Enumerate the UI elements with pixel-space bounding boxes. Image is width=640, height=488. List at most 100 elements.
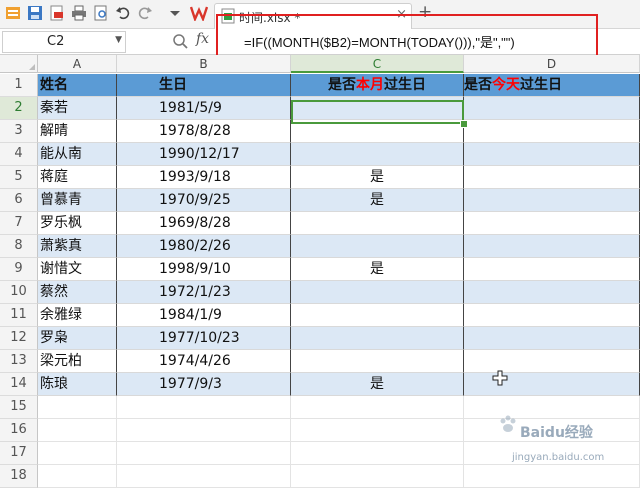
row-header-4[interactable]: 4 [0,143,38,166]
row-header-15[interactable]: 15 [0,396,38,419]
cell-birthday[interactable]: 1998/9/10 [117,258,291,281]
cell-birthday[interactable]: 1990/12/17 [117,143,291,166]
cell-this-month[interactable] [291,281,464,304]
row-header-17[interactable]: 17 [0,442,38,465]
cell-empty[interactable] [464,465,640,488]
cell-name[interactable]: 蒋庭 [38,166,117,189]
row-header-16[interactable]: 16 [0,419,38,442]
cell-birthday[interactable]: 1969/8/28 [117,212,291,235]
cell-this-month[interactable] [291,327,464,350]
cell-birthday[interactable]: 1993/9/18 [117,166,291,189]
row-header-6[interactable]: 6 [0,189,38,212]
cell-birthday[interactable]: 1977/10/23 [117,327,291,350]
row-header-9[interactable]: 9 [0,258,38,281]
app-menu-icon[interactable] [4,4,22,22]
cell-this-month[interactable] [291,235,464,258]
cell-empty[interactable] [38,465,117,488]
cell-empty[interactable] [38,396,117,419]
cell-today[interactable] [464,189,640,212]
cell-this-month[interactable] [291,212,464,235]
select-all-corner[interactable] [0,55,38,73]
cell-birthday[interactable]: 1981/5/9 [117,97,291,120]
cell-today[interactable] [464,281,640,304]
row-header-13[interactable]: 13 [0,350,38,373]
row-header-18[interactable]: 18 [0,465,38,488]
row-header-7[interactable]: 7 [0,212,38,235]
cell-name[interactable]: 余雅绿 [38,304,117,327]
name-box[interactable]: C2 ▼ [2,31,126,53]
cell-empty[interactable] [117,465,291,488]
zoom-search-icon[interactable] [172,33,188,53]
row-header-3[interactable]: 3 [0,120,38,143]
cell-this-month[interactable]: 是 [291,166,464,189]
fill-handle[interactable] [460,120,468,128]
cell-this-month[interactable] [291,143,464,166]
cell-today[interactable] [464,258,640,281]
cell-today[interactable] [464,143,640,166]
header-cell-name[interactable]: 姓名 [38,74,117,97]
cell-today[interactable] [464,235,640,258]
cell-empty[interactable] [38,442,117,465]
row-header-1[interactable]: 1 [0,74,38,97]
cell-birthday[interactable]: 1970/9/25 [117,189,291,212]
cell-name[interactable]: 曾慕青 [38,189,117,212]
header-cell-birthday[interactable]: 生日 [117,74,291,97]
cell-empty[interactable] [291,396,464,419]
cell-name[interactable]: 萧紫真 [38,235,117,258]
cell-this-month[interactable] [291,350,464,373]
customize-dropdown-icon[interactable] [166,4,184,22]
cell-today[interactable] [464,304,640,327]
cell-today[interactable] [464,327,640,350]
cell-birthday[interactable]: 1974/4/26 [117,350,291,373]
cell-birthday[interactable]: 1978/8/28 [117,120,291,143]
column-header-d[interactable]: D [464,55,640,73]
cell-today[interactable] [464,97,640,120]
cell-birthday[interactable]: 1977/9/3 [117,373,291,396]
print-icon[interactable] [70,4,88,22]
cell-name[interactable]: 罗乐枫 [38,212,117,235]
column-header-c[interactable]: C [291,55,464,73]
cell-this-month[interactable] [291,120,464,143]
cell-empty[interactable] [291,419,464,442]
cell-name[interactable]: 蔡然 [38,281,117,304]
header-cell-this-month[interactable]: 是否本月过生日 [291,74,464,97]
cell-today[interactable] [464,120,640,143]
column-header-a[interactable]: A [38,55,117,73]
cell-birthday[interactable]: 1972/1/23 [117,281,291,304]
print-preview-icon[interactable] [92,4,110,22]
undo-icon[interactable] [114,4,132,22]
cell-name[interactable]: 能从南 [38,143,117,166]
cell-today[interactable] [464,212,640,235]
row-header-14[interactable]: 14 [0,373,38,396]
row-header-10[interactable]: 10 [0,281,38,304]
cell-empty[interactable] [291,465,464,488]
cell-empty[interactable] [291,442,464,465]
column-header-b[interactable]: B [117,55,291,73]
insert-function-icon[interactable]: fx [196,31,209,47]
cell-today[interactable] [464,373,640,396]
cell-this-month[interactable] [291,304,464,327]
cell-birthday[interactable]: 1984/1/9 [117,304,291,327]
save-icon[interactable] [26,4,44,22]
row-header-11[interactable]: 11 [0,304,38,327]
cell-name[interactable]: 秦若 [38,97,117,120]
cell-empty[interactable] [117,419,291,442]
cell-name[interactable]: 梁元柏 [38,350,117,373]
cell-birthday[interactable]: 1980/2/26 [117,235,291,258]
row-header-2[interactable]: 2 [0,97,38,120]
cell-this-month[interactable] [291,97,464,120]
cell-empty[interactable] [38,419,117,442]
cell-today[interactable] [464,350,640,373]
cell-this-month[interactable]: 是 [291,258,464,281]
cell-empty[interactable] [117,442,291,465]
cell-empty[interactable] [464,396,640,419]
cell-name[interactable]: 解晴 [38,120,117,143]
chevron-down-icon[interactable]: ▼ [115,35,122,45]
cell-name[interactable]: 罗枭 [38,327,117,350]
cell-this-month[interactable]: 是 [291,373,464,396]
row-header-12[interactable]: 12 [0,327,38,350]
cell-name[interactable]: 谢惜文 [38,258,117,281]
redo-icon[interactable] [136,4,154,22]
cell-today[interactable] [464,166,640,189]
row-header-5[interactable]: 5 [0,166,38,189]
